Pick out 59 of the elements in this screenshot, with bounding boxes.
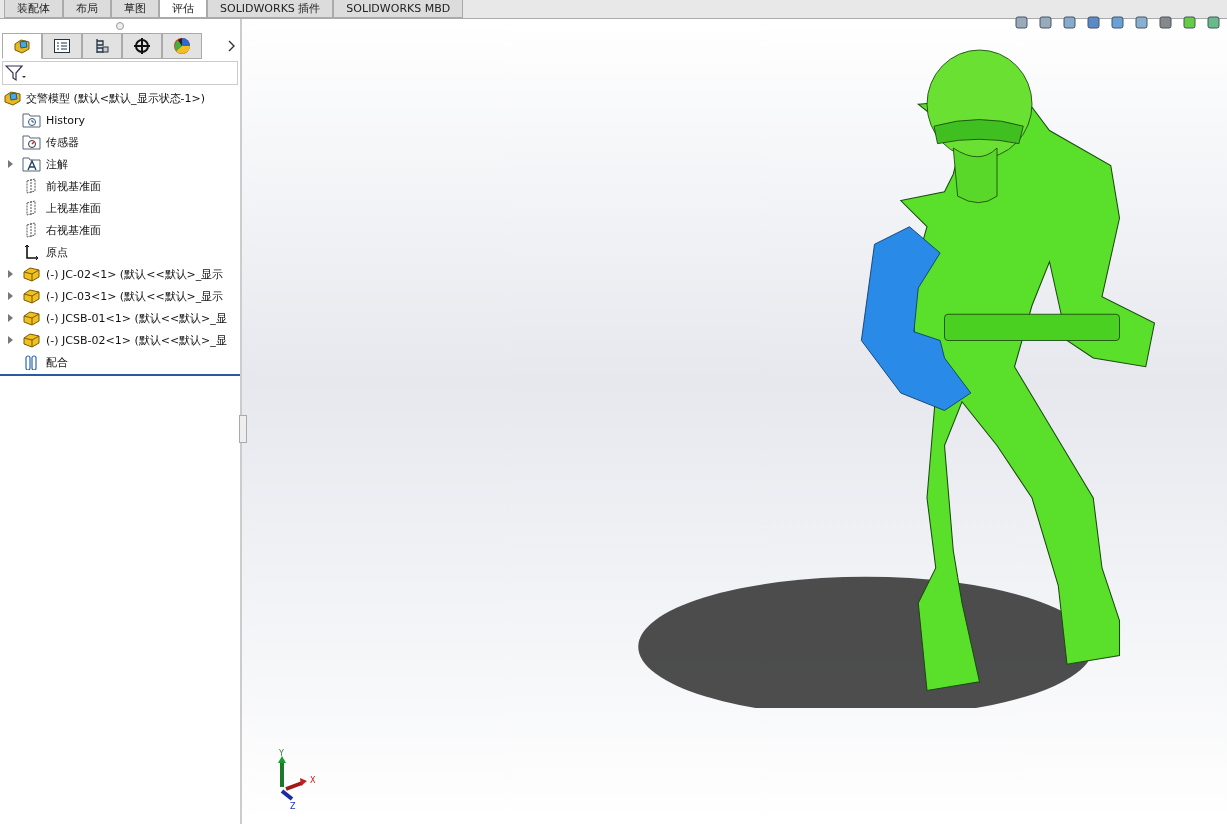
filter-icon[interactable] xyxy=(5,64,27,82)
feature-tree-icon xyxy=(12,36,32,56)
feature-tree-tab[interactable] xyxy=(2,33,42,59)
display-tab[interactable] xyxy=(162,33,202,59)
x-axis-label: X xyxy=(310,776,316,785)
color-ball-icon xyxy=(172,36,192,56)
tree-item-label[interactable]: 右视基准面 xyxy=(46,222,101,238)
tree-item-label[interactable]: (-) JCSB-02<1> (默认<<默认>_显 xyxy=(46,332,227,348)
z-axis-label: Z xyxy=(290,802,296,811)
toolbar-icon[interactable] xyxy=(1109,15,1127,31)
expand-arrow-icon[interactable] xyxy=(8,314,14,322)
toolbar-icon[interactable] xyxy=(1061,15,1079,31)
splitter-handle[interactable] xyxy=(239,415,247,443)
sensor-folder-icon xyxy=(22,134,42,150)
expand-arrow-icon[interactable] xyxy=(8,160,14,168)
history-folder-icon xyxy=(22,112,42,128)
tree-item-label[interactable]: 交警模型 (默认<默认_显示状态-1>) xyxy=(26,90,205,106)
tree-item-label[interactable]: 传感器 xyxy=(46,134,79,150)
tree-item-label[interactable]: 原点 xyxy=(46,244,68,260)
part-icon xyxy=(22,288,42,304)
command-tab[interactable]: 装配体 xyxy=(4,0,63,18)
tree-item-label[interactable]: (-) JC-02<1> (默认<<默认>_显示 xyxy=(46,266,224,282)
command-tab[interactable]: 草图 xyxy=(111,0,159,18)
toolbar-icon[interactable] xyxy=(1013,15,1031,31)
tree-item-label[interactable]: (-) JC-03<1> (默认<<默认>_显示 xyxy=(46,288,224,304)
tree-item-label[interactable]: (-) JCSB-01<1> (默认<<默认>_显 xyxy=(46,310,227,326)
crosshair-icon xyxy=(132,36,152,56)
configuration-tab[interactable] xyxy=(82,33,122,59)
part-icon xyxy=(22,332,42,348)
expand-arrow-icon[interactable] xyxy=(8,292,14,300)
command-tab[interactable]: SOLIDWORKS 插件 xyxy=(207,0,334,18)
list-icon xyxy=(52,36,72,56)
command-tab[interactable]: SOLIDWORKS MBD xyxy=(333,0,464,18)
tree-item-label[interactable]: 前视基准面 xyxy=(46,178,101,194)
tree-item-label[interactable]: 注解 xyxy=(46,156,68,172)
expand-arrow-icon[interactable] xyxy=(8,336,14,344)
toolbar-icon[interactable] xyxy=(1181,15,1199,31)
expand-arrow-icon[interactable] xyxy=(8,270,14,278)
toolbar-icon[interactable] xyxy=(1037,15,1055,31)
toolbar-icon[interactable] xyxy=(1085,15,1103,31)
tree-item-label[interactable]: 配合 xyxy=(46,354,68,370)
tree-item-label[interactable]: History xyxy=(46,113,86,127)
command-tab[interactable]: 评估 xyxy=(159,0,207,18)
annotation-folder-icon xyxy=(22,156,42,172)
toolbar-icon[interactable] xyxy=(1205,15,1223,31)
part-icon xyxy=(22,266,42,282)
x-axis-arrow xyxy=(285,778,307,791)
property-tab[interactable] xyxy=(42,33,82,59)
chevron-right-icon[interactable] xyxy=(226,40,236,52)
tree-item-label[interactable]: 上视基准面 xyxy=(46,200,101,216)
toolbar-icon[interactable] xyxy=(1157,15,1175,31)
command-tab[interactable]: 布局 xyxy=(63,0,111,18)
part-icon xyxy=(22,310,42,326)
dimxpert-tab[interactable] xyxy=(122,33,162,59)
assembly-icon xyxy=(4,90,22,106)
toolbar-icon[interactable] xyxy=(1133,15,1151,31)
grip-icon[interactable] xyxy=(116,22,124,30)
y-axis-arrow xyxy=(278,756,286,787)
y-axis-label: Y xyxy=(279,749,284,758)
